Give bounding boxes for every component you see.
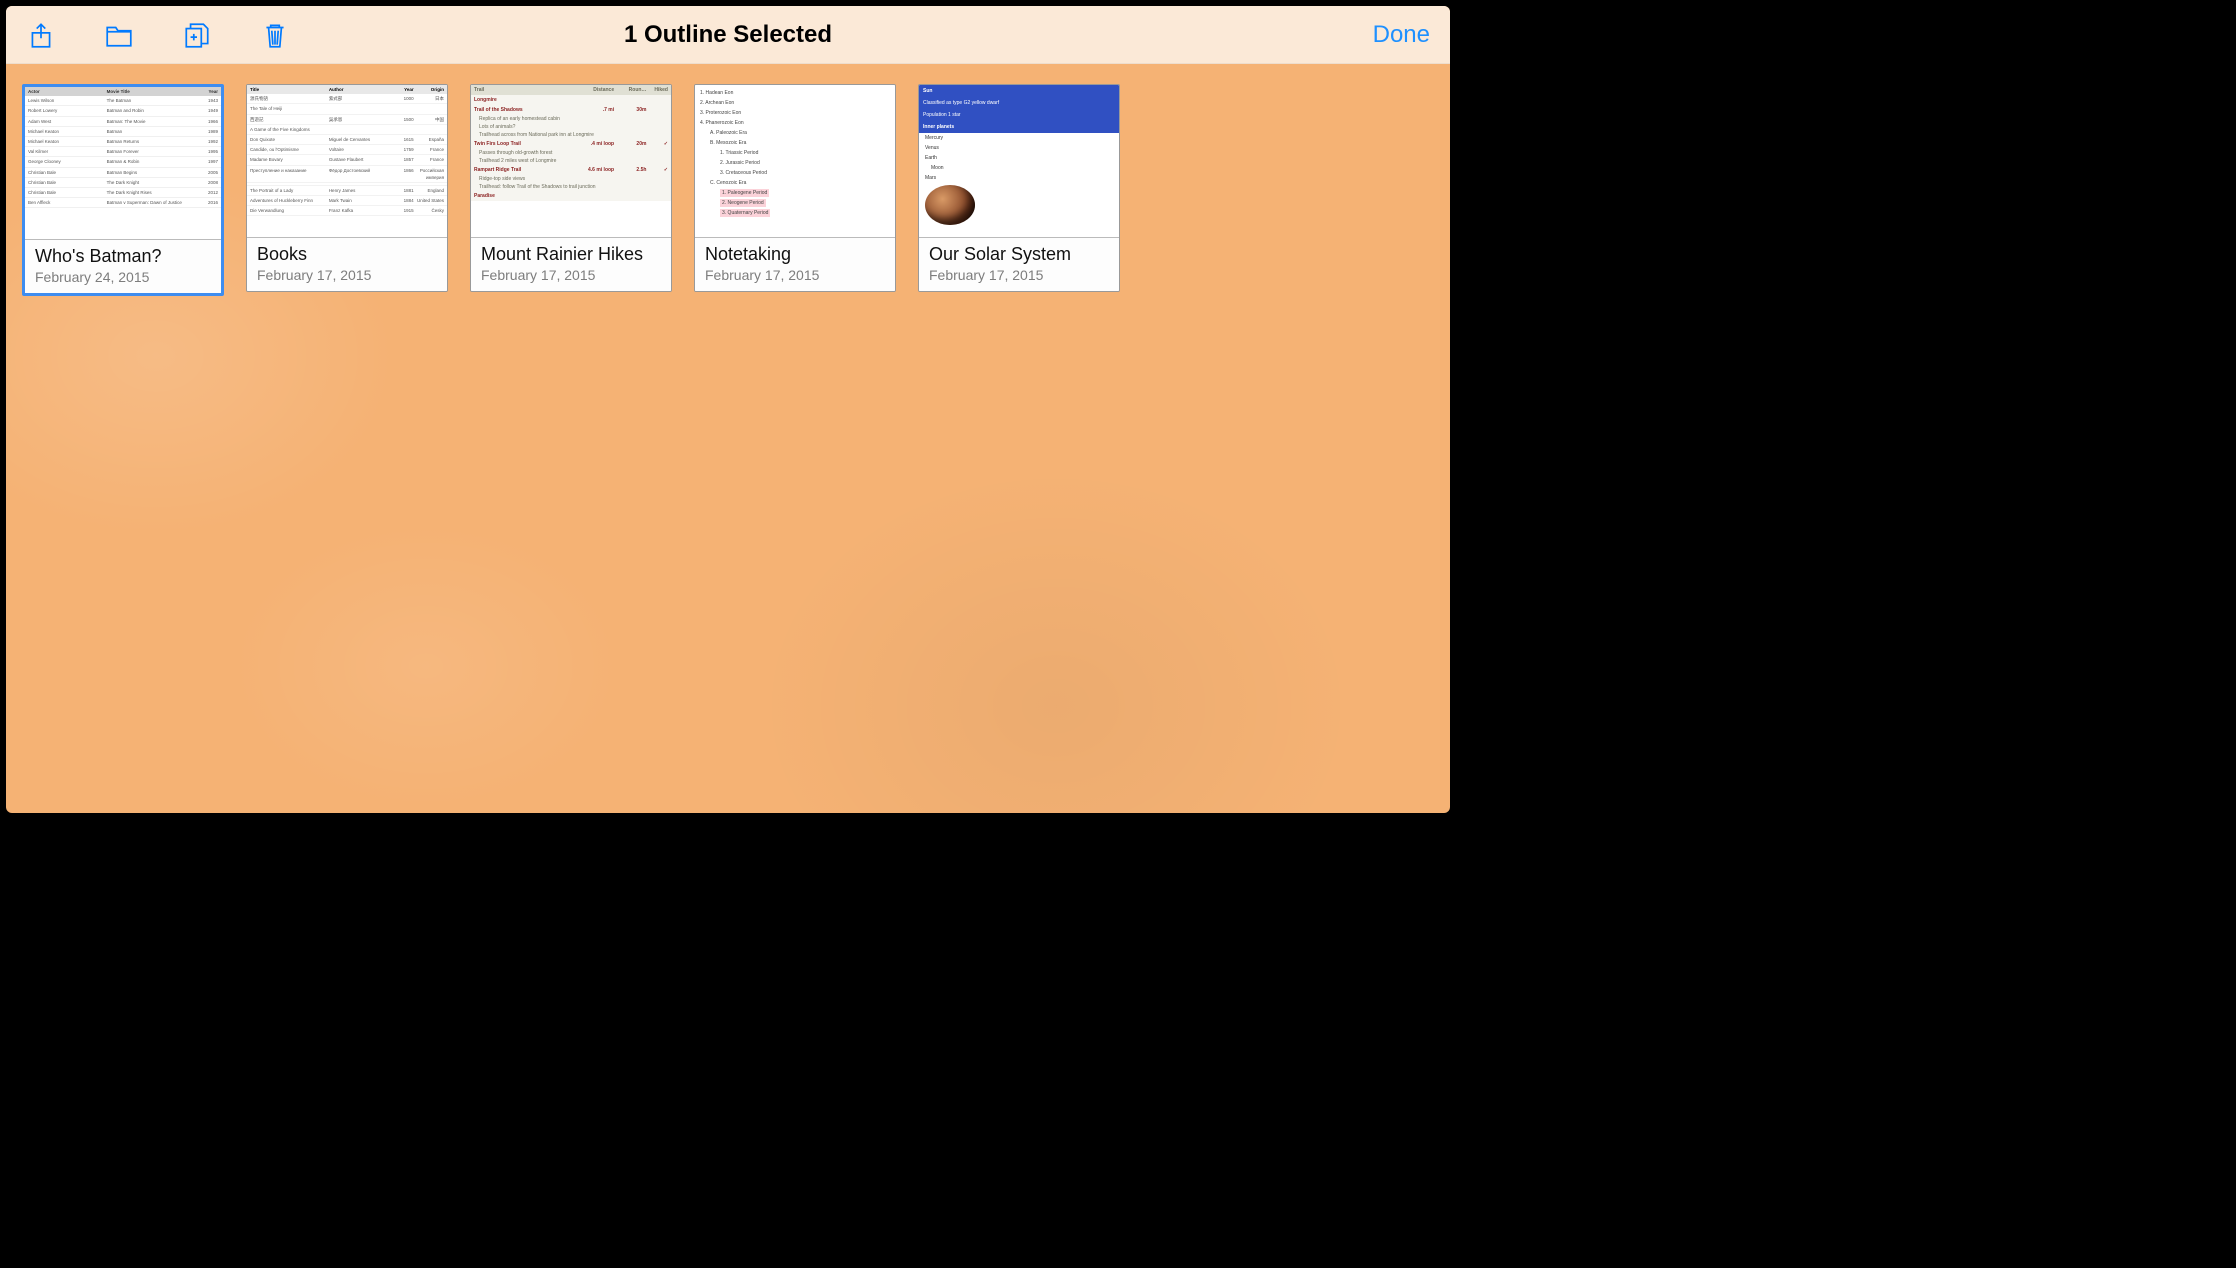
share-icon[interactable] <box>26 20 56 50</box>
document-thumbnail: 1. Hadean Eon2. Archean Eon3. Proterozoi… <box>695 85 895 237</box>
document-label: Notetaking February 17, 2015 <box>695 237 895 291</box>
done-button[interactable]: Done <box>1373 21 1430 49</box>
document-title: Books <box>257 244 437 265</box>
device-frame: 1 Outline Selected Done ActorMovie Title… <box>0 0 1456 819</box>
document-label: Our Solar System February 17, 2015 <box>919 237 1119 291</box>
document-thumbnail: ActorMovie TitleYearLewis WilsonThe Batm… <box>25 87 221 239</box>
document-card[interactable]: ActorMovie TitleYearLewis WilsonThe Batm… <box>22 84 224 296</box>
document-title: Who's Batman? <box>35 246 211 267</box>
document-thumbnail: TitleAuthorYearOrigin源氏物語紫式部1000日本The Ta… <box>247 85 447 237</box>
document-card[interactable]: TrailDistanceRoun…HikedLongmireTrail of … <box>470 84 672 292</box>
duplicate-icon[interactable] <box>182 20 212 50</box>
document-title: Mount Rainier Hikes <box>481 244 661 265</box>
document-thumbnail: TrailDistanceRoun…HikedLongmireTrail of … <box>471 85 671 237</box>
document-label: Books February 17, 2015 <box>247 237 447 291</box>
toolbar-right-group: Done <box>1373 21 1430 49</box>
toolbar: 1 Outline Selected Done <box>6 6 1450 64</box>
document-date: February 24, 2015 <box>35 269 211 285</box>
document-date: February 17, 2015 <box>481 267 661 283</box>
document-date: February 17, 2015 <box>705 267 885 283</box>
document-card[interactable]: 1. Hadean Eon2. Archean Eon3. Proterozoi… <box>694 84 896 292</box>
document-grid: ActorMovie TitleYearLewis WilsonThe Batm… <box>6 64 1450 316</box>
document-date: February 17, 2015 <box>929 267 1109 283</box>
folder-icon[interactable] <box>104 20 134 50</box>
document-label: Mount Rainier Hikes February 17, 2015 <box>471 237 671 291</box>
screen: 1 Outline Selected Done ActorMovie Title… <box>6 6 1450 813</box>
document-title: Notetaking <box>705 244 885 265</box>
toolbar-left-group <box>26 20 290 50</box>
document-date: February 17, 2015 <box>257 267 437 283</box>
trash-icon[interactable] <box>260 20 290 50</box>
document-label: Who's Batman? February 24, 2015 <box>25 239 221 293</box>
document-thumbnail: SunClassified as type G2 yellow dwarfPop… <box>919 85 1119 237</box>
document-title: Our Solar System <box>929 244 1109 265</box>
document-card[interactable]: SunClassified as type G2 yellow dwarfPop… <box>918 84 1120 292</box>
document-card[interactable]: TitleAuthorYearOrigin源氏物語紫式部1000日本The Ta… <box>246 84 448 292</box>
